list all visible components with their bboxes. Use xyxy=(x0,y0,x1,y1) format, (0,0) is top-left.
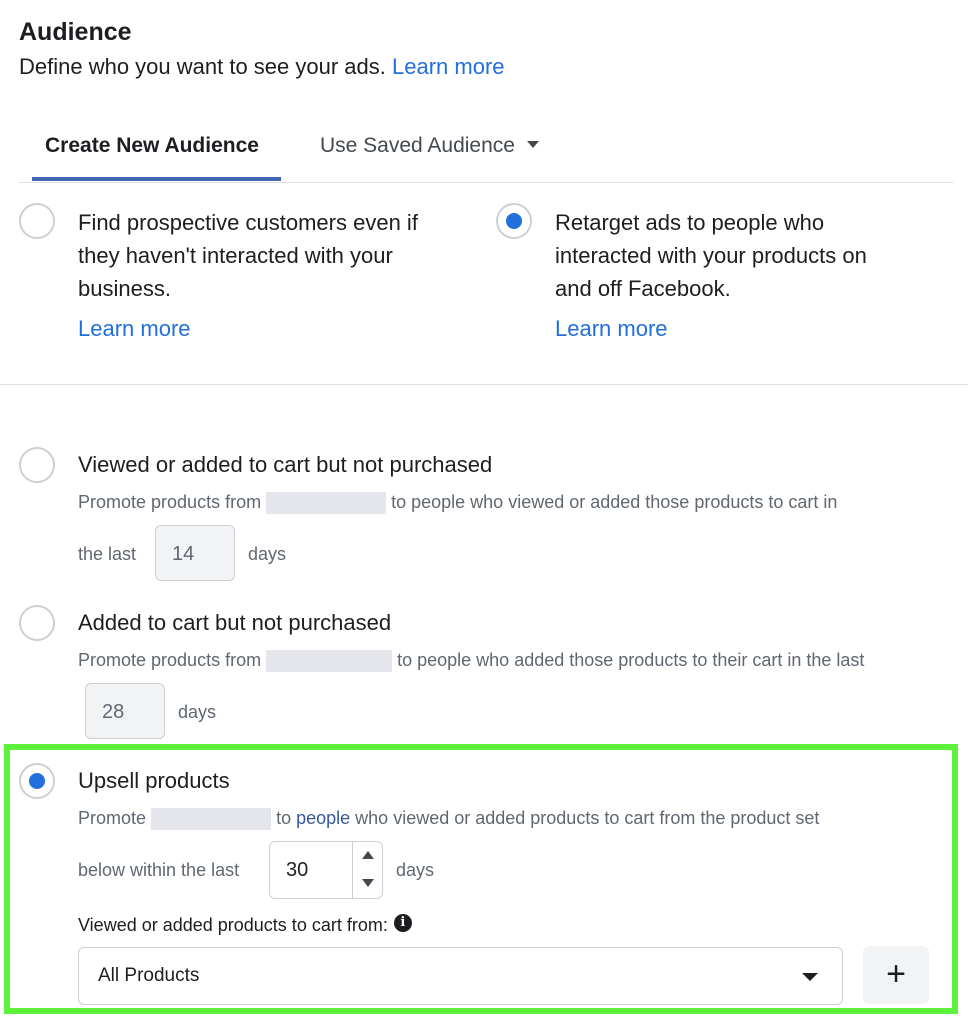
add-product-set-button[interactable]: + xyxy=(863,946,929,1004)
days-stepper-value[interactable]: 30 xyxy=(286,842,308,898)
option-text-line: and off Facebook. xyxy=(555,276,731,301)
product-set-label-text: Viewed or added products to cart from: xyxy=(78,915,388,935)
radio-added-to-cart[interactable] xyxy=(19,605,55,641)
desc-text: to people who added those products to th… xyxy=(397,650,865,670)
prospective-learn-more-link[interactable]: Learn more xyxy=(78,316,191,342)
days-label: days xyxy=(178,702,217,722)
option-text-line: Retarget ads to people who xyxy=(555,210,825,235)
desc-text: Promote products from xyxy=(78,650,262,670)
option-description: Promote products from to people who view… xyxy=(78,492,838,515)
tab-create-new-audience[interactable]: Create New Audience xyxy=(45,134,259,158)
option-prospective-text: Find prospective customers even if they … xyxy=(78,206,418,305)
desc-text: Promote products from xyxy=(78,492,262,512)
option-description: Promote products from to people who adde… xyxy=(78,650,865,673)
redacted-catalog-name xyxy=(151,808,272,831)
option-retarget-text: Retarget ads to people who interacted wi… xyxy=(555,206,867,305)
people-link[interactable]: people xyxy=(296,808,350,828)
product-set-value: All Products xyxy=(98,965,200,986)
option-text-line: interacted with your products on xyxy=(555,243,867,268)
option-text-line: they haven't interacted with your xyxy=(78,243,393,268)
redacted-catalog-name xyxy=(266,650,393,673)
option-title: Viewed or added to cart but not purchase… xyxy=(78,452,493,477)
tab-use-saved-audience[interactable]: Use Saved Audience xyxy=(320,134,539,158)
tab-saved-label: Use Saved Audience xyxy=(320,134,515,157)
days-input[interactable]: 28 xyxy=(85,683,165,739)
days-label: days xyxy=(396,860,435,880)
section-title: Audience xyxy=(19,18,132,46)
info-icon[interactable]: i xyxy=(393,914,412,933)
desc-text: Promote xyxy=(78,808,147,828)
desc-prefix: the last xyxy=(78,544,137,564)
tabs-divider xyxy=(19,182,953,183)
learn-more-link[interactable]: Learn more xyxy=(392,54,505,79)
product-set-dropdown[interactable]: All Products xyxy=(78,947,843,1005)
option-title: Added to cart but not purchased xyxy=(78,610,392,635)
active-tab-indicator xyxy=(32,177,281,181)
caret-down-icon[interactable] xyxy=(353,870,383,898)
radio-viewed-or-added[interactable] xyxy=(19,447,55,483)
desc-prefix: below within the last xyxy=(78,860,240,880)
option-description: Promote to people who viewed or added pr… xyxy=(78,808,820,831)
days-stepper[interactable]: 30 xyxy=(269,841,383,899)
product-set-label: Viewed or added products to cart from: i xyxy=(78,914,412,936)
option-title: Upsell products xyxy=(78,768,230,793)
radio-retarget-ads[interactable] xyxy=(496,203,532,239)
section-subtitle: Define who you want to see your ads. Lea… xyxy=(19,54,505,80)
caret-up-icon[interactable] xyxy=(353,842,383,870)
desc-text: to xyxy=(276,808,292,828)
desc-text: who viewed or added products to cart fro… xyxy=(355,808,820,828)
days-label: days xyxy=(248,544,287,564)
radio-upsell-products[interactable] xyxy=(19,763,55,799)
caret-down-icon xyxy=(802,973,818,981)
redacted-catalog-name xyxy=(266,492,387,515)
desc-text: to people who viewed or added those prod… xyxy=(391,492,838,512)
days-input[interactable]: 14 xyxy=(155,525,235,581)
radio-prospective-customers[interactable] xyxy=(19,203,55,239)
retarget-learn-more-link[interactable]: Learn more xyxy=(555,316,668,342)
section-divider xyxy=(0,384,968,385)
option-text-line: Find prospective customers even if xyxy=(78,210,418,235)
caret-down-icon xyxy=(526,140,539,148)
option-text-line: business. xyxy=(78,276,171,301)
subtitle-text: Define who you want to see your ads. xyxy=(19,54,386,79)
